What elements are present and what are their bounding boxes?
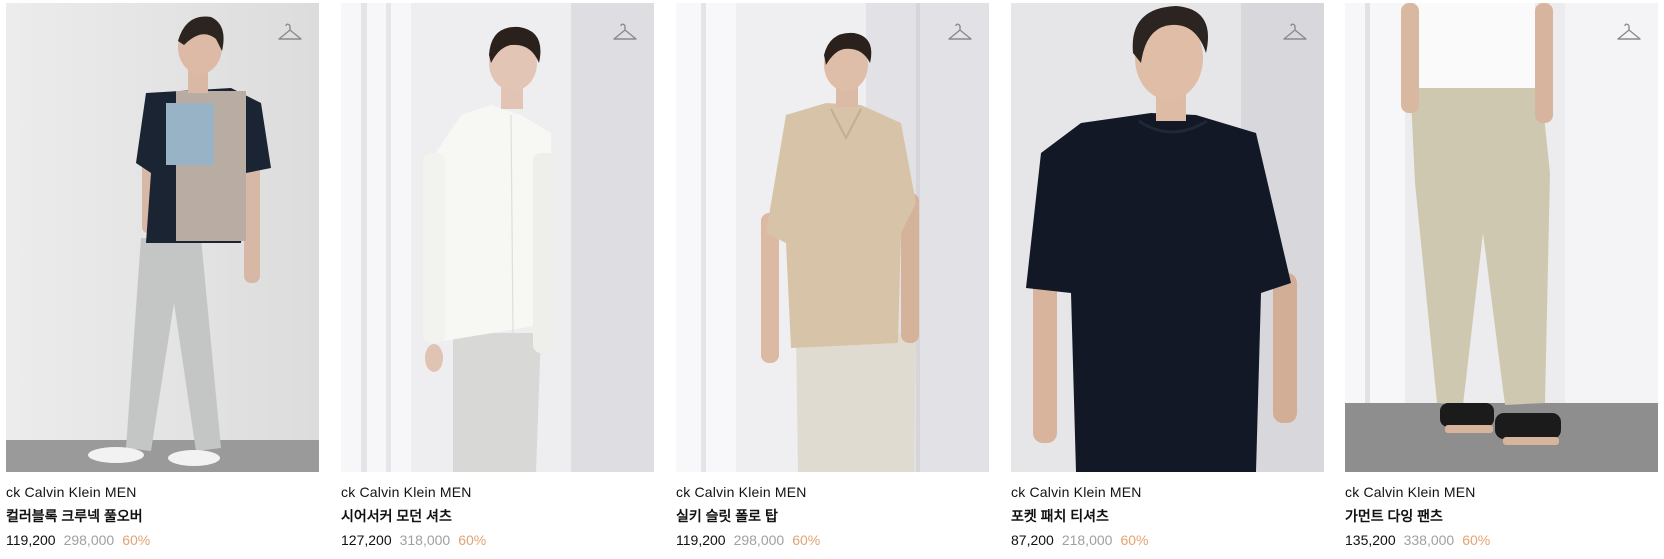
product-image[interactable] [1345, 3, 1658, 472]
product-prices: 127,200 318,000 60% [341, 531, 654, 549]
sale-price: 127,200 [341, 532, 392, 548]
product-card[interactable]: ck Calvin Klein MEN 시어서커 모던 셔츠 127,200 31… [341, 3, 654, 549]
original-price: 338,000 [1403, 532, 1455, 548]
product-photo [1345, 3, 1658, 472]
hanger-icon[interactable] [1616, 21, 1642, 43]
product-prices: 119,200 298,000 60% [6, 531, 319, 549]
product-brand[interactable]: ck Calvin Klein MEN [1011, 483, 1324, 501]
original-price: 218,000 [1061, 532, 1113, 548]
product-name[interactable]: 가먼트 다잉 팬츠 [1345, 507, 1658, 525]
hanger-icon[interactable] [277, 21, 303, 43]
product-grid: ck Calvin Klein MEN 컬러블록 크루넥 풀오버 119,200… [0, 0, 1664, 559]
product-prices: 119,200 298,000 60% [676, 531, 989, 549]
product-name[interactable]: 컬러블록 크루넥 풀오버 [6, 507, 319, 525]
sale-price: 119,200 [676, 532, 726, 548]
product-name[interactable]: 실키 슬릿 폴로 탑 [676, 507, 989, 525]
original-price: 298,000 [63, 532, 115, 548]
discount-rate: 60% [458, 532, 487, 548]
discount-rate: 60% [1120, 532, 1149, 548]
product-image[interactable] [676, 3, 989, 472]
product-photo [341, 3, 654, 472]
product-name[interactable]: 포켓 패치 티셔츠 [1011, 507, 1324, 525]
product-image[interactable] [1011, 3, 1324, 472]
hanger-icon[interactable] [612, 21, 638, 43]
product-brand[interactable]: ck Calvin Klein MEN [1345, 483, 1658, 501]
discount-rate: 60% [122, 532, 151, 548]
hanger-icon[interactable] [947, 21, 973, 43]
sale-price: 135,200 [1345, 532, 1396, 548]
product-photo [1011, 3, 1324, 472]
product-card[interactable]: ck Calvin Klein MEN 컬러블록 크루넥 풀오버 119,200… [6, 3, 319, 549]
original-price: 298,000 [733, 532, 785, 548]
product-brand[interactable]: ck Calvin Klein MEN [676, 483, 989, 501]
product-card[interactable]: ck Calvin Klein MEN 실키 슬릿 폴로 탑 119,200 29… [676, 3, 989, 549]
original-price: 318,000 [399, 532, 451, 548]
product-prices: 87,200 218,000 60% [1011, 531, 1324, 549]
sale-price: 87,200 [1011, 532, 1054, 548]
hanger-icon[interactable] [1282, 21, 1308, 43]
product-image[interactable] [341, 3, 654, 472]
product-card[interactable]: ck Calvin Klein MEN 가먼트 다잉 팬츠 135,200 338… [1345, 3, 1658, 549]
discount-rate: 60% [792, 532, 821, 548]
product-image[interactable] [6, 3, 319, 472]
sale-price: 119,200 [6, 532, 56, 548]
product-photo [6, 3, 319, 472]
product-brand[interactable]: ck Calvin Klein MEN [341, 483, 654, 501]
product-prices: 135,200 338,000 60% [1345, 531, 1658, 549]
product-photo [676, 3, 989, 472]
discount-rate: 60% [1462, 532, 1491, 548]
product-name[interactable]: 시어서커 모던 셔츠 [341, 507, 654, 525]
product-brand[interactable]: ck Calvin Klein MEN [6, 483, 319, 501]
product-card[interactable]: ck Calvin Klein MEN 포켓 패치 티셔츠 87,200 218,… [1011, 3, 1324, 549]
